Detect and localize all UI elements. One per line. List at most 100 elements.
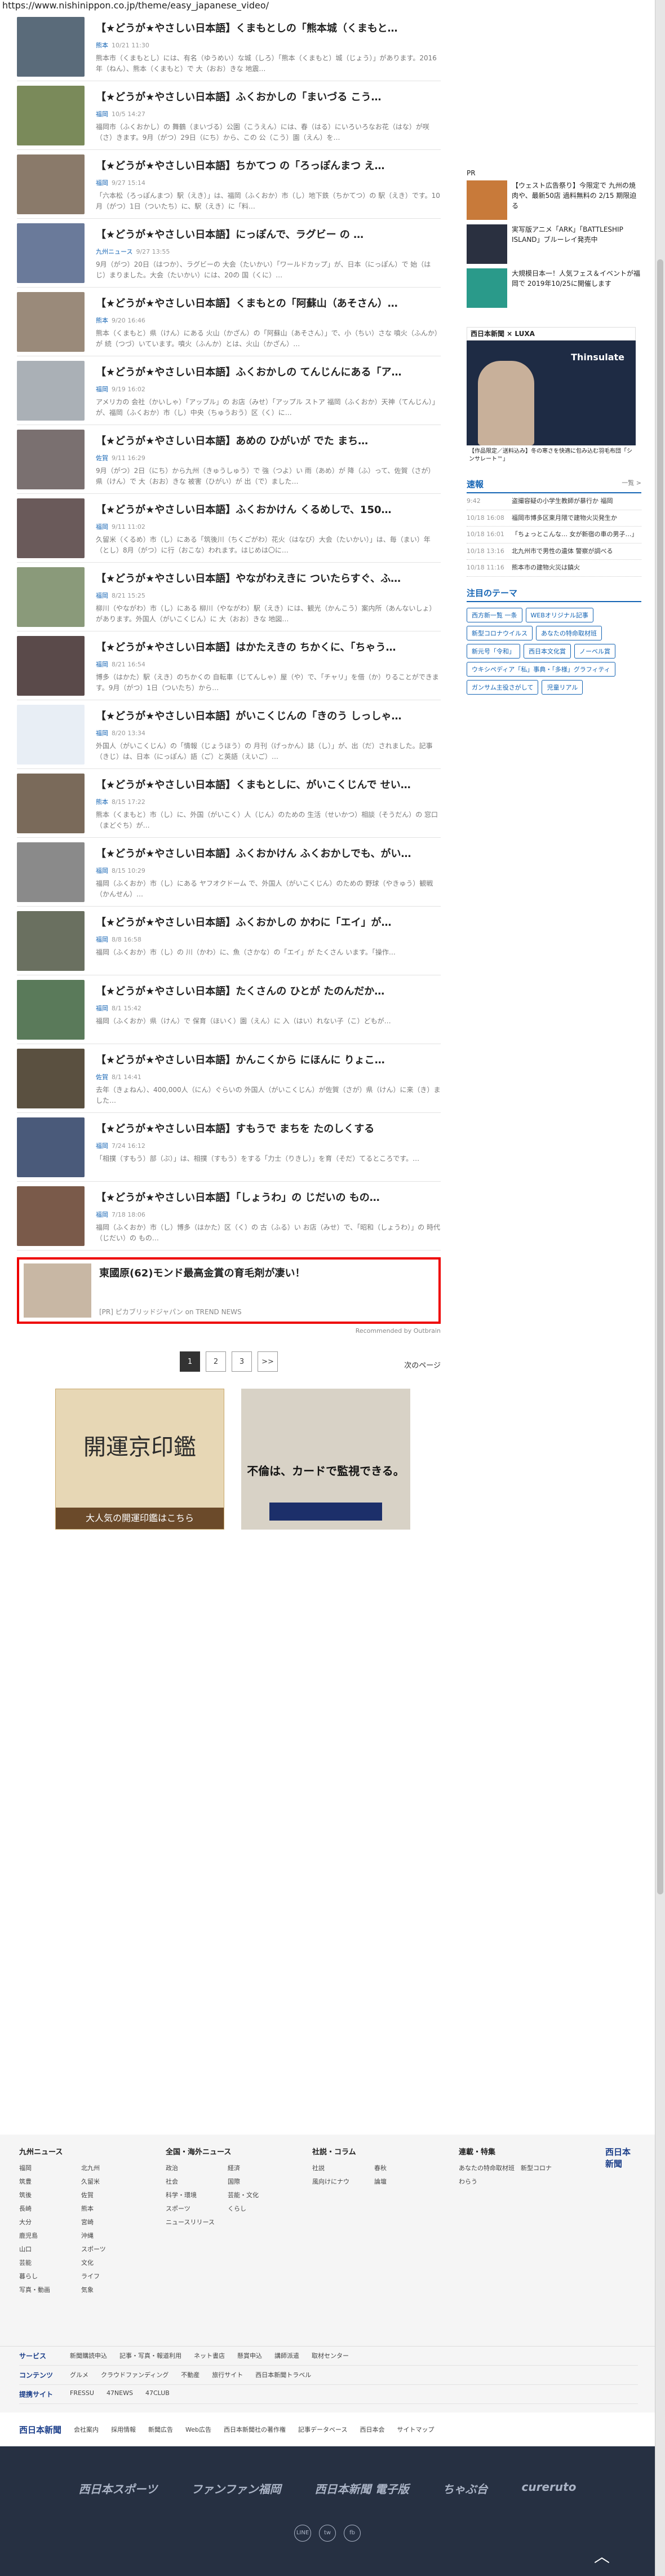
theme-tag[interactable]: ウキシペディア「私」事典・「多様」グラフィティ: [467, 661, 615, 677]
article-thumbnail[interactable]: [17, 980, 85, 1040]
footer-link[interactable]: 政治: [166, 2163, 228, 2172]
news-title[interactable]: 北九州市で男性の遺体 警察が調べる: [512, 547, 613, 556]
article-row[interactable]: 【★どうが★やさしい日本語】ふくおかけん くるめしで、150… 福岡 9/11 11…: [17, 494, 441, 563]
footer-link[interactable]: スポーツ: [81, 2244, 143, 2254]
article-row[interactable]: 【★どうが★やさしい日本語】ふくおかけん ふくおかしでも、がい… 福岡 8/15 1…: [17, 838, 441, 907]
article-row[interactable]: 【★どうが★やさしい日本語】くまもとしに、がいこくじんで せい… 熊本 8/15 1…: [17, 769, 441, 838]
article-thumbnail[interactable]: [17, 1049, 85, 1108]
footer-link[interactable]: 沖縄: [81, 2231, 143, 2240]
article-category[interactable]: 福岡: [96, 730, 108, 737]
footer-logo[interactable]: 西日本新聞: [605, 2146, 638, 2346]
bottom-link[interactable]: 採用情報: [111, 2425, 136, 2434]
footer-link[interactable]: 写真・動画: [19, 2285, 81, 2294]
news-title[interactable]: 盗撮容疑の小学生教師が暴行か 福岡: [512, 497, 613, 506]
article-thumbnail[interactable]: [17, 292, 85, 352]
footer-link[interactable]: わらう: [459, 2177, 521, 2186]
article-thumbnail[interactable]: [17, 223, 85, 283]
article-row[interactable]: 【★どうが★やさしい日本語】くまもとしの「熊本城（くまもと… 熊本 10/21 11…: [17, 12, 441, 81]
footer-column-title[interactable]: 全国・海外ニュース: [166, 2146, 290, 2157]
brand-logo[interactable]: 西日本新聞 電子版: [315, 2480, 409, 2497]
theme-tag[interactable]: 児童リアル: [542, 679, 583, 695]
social-icon[interactable]: tw: [319, 2525, 336, 2542]
news-title[interactable]: 福岡市博多区東月隈で建物火災発生か: [512, 514, 617, 523]
footer-logo[interactable]: 西日本新聞: [19, 2424, 61, 2436]
footer-link[interactable]: 経済: [228, 2163, 290, 2172]
article-category[interactable]: 福岡: [96, 1211, 108, 1218]
footer-link[interactable]: 鹿児島: [19, 2231, 81, 2240]
article-row[interactable]: 【★どうが★やさしい日本語】すもうで まちを たのしくする 福岡 7/24 16:1…: [17, 1113, 441, 1182]
brand-logo[interactable]: cureruto: [522, 2480, 577, 2497]
article-category[interactable]: 福岡: [96, 936, 108, 943]
pr-item[interactable]: 【ウェスト広告祭り】今限定で 九州の焼肉や、最新50店 過料無料の 2/15 期…: [467, 180, 641, 220]
article-category[interactable]: 福岡: [96, 867, 108, 874]
bottom-link[interactable]: Web広告: [185, 2425, 211, 2434]
news-item[interactable]: 10/18 16:08 福岡市博多区東月隈で建物火災発生か: [467, 510, 641, 527]
article-title[interactable]: 【★どうが★やさしい日本語】くまもとしの「熊本城（くまもと…: [96, 20, 441, 35]
article-category[interactable]: 福岡: [96, 386, 108, 393]
service-link[interactable]: 47CLUB: [145, 2389, 170, 2399]
theme-tag[interactable]: 新型コロナウイルス: [467, 625, 533, 640]
next-page-link[interactable]: 次のページ: [404, 1356, 441, 1376]
service-link[interactable]: 取材センター: [312, 2351, 349, 2361]
footer-link[interactable]: 暮らし: [19, 2272, 81, 2281]
article-row[interactable]: 【★どうが★やさしい日本語】かんこくから にほんに りょこ… 佐賀 8/1 14:4…: [17, 1044, 441, 1113]
article-thumbnail[interactable]: [17, 774, 85, 833]
sponsored-ad[interactable]: 東國原(62)モンド最高金賞の育毛剤が凄い！ [PR] ピカブリッドジャパン o…: [17, 1257, 441, 1324]
pr-item-title[interactable]: 【ウェスト広告祭り】今限定で 九州の焼肉や、最新50店 過料無料の 2/15 期…: [512, 180, 641, 220]
article-category[interactable]: 福岡: [96, 592, 108, 599]
theme-tag[interactable]: 西日本文化賞: [524, 643, 571, 659]
footer-link[interactable]: あなたの特命取材班: [459, 2163, 521, 2172]
footer-link[interactable]: 社会: [166, 2177, 228, 2186]
article-category[interactable]: 九州ニュース: [96, 248, 132, 255]
banner-inkan[interactable]: 開運京印鑑 大人気の開運印鑑はこちら: [55, 1389, 224, 1530]
banner-card[interactable]: 不倫は、カードで監視できる。: [241, 1389, 410, 1530]
theme-tag[interactable]: ノーベル賞: [574, 643, 615, 659]
article-title[interactable]: 【★どうが★やさしい日本語】あめの ひがいが でた まち…: [96, 433, 441, 448]
footer-link[interactable]: ニュースリリース: [166, 2217, 228, 2226]
brand-logo[interactable]: ちゃぶ台: [443, 2480, 488, 2497]
service-link[interactable]: FRESSU: [70, 2389, 94, 2399]
article-row[interactable]: 【★どうが★やさしい日本語】たくさんの ひとが たのんだか… 福岡 8/1 15:4…: [17, 975, 441, 1044]
bottom-link[interactable]: 記事データベース: [298, 2425, 347, 2434]
luxa-ad[interactable]: 西日本新聞 × LUXA Thinsulate 【作品限定／送料込み】冬の寒さを…: [467, 327, 636, 468]
article-category[interactable]: 熊本: [96, 317, 108, 324]
footer-link[interactable]: 熊本: [81, 2204, 143, 2213]
service-link[interactable]: 西日本新聞トラベル: [255, 2370, 311, 2380]
article-title[interactable]: 【★どうが★やさしい日本語】ふくおかしの てんじんにある「ア…: [96, 364, 441, 379]
article-thumbnail[interactable]: [17, 86, 85, 145]
news-item[interactable]: 9:42 盗撮容疑の小学生教師が暴行か 福岡: [467, 493, 641, 510]
footer-link[interactable]: 国際: [228, 2177, 290, 2186]
article-title[interactable]: 【★どうが★やさしい日本語】やながわえきに ついたらすぐ、ふ…: [96, 571, 441, 585]
footer-column-title[interactable]: 連載・特集: [459, 2146, 583, 2157]
article-title[interactable]: 【★どうが★やさしい日本語】かんこくから にほんに りょこ…: [96, 1052, 441, 1067]
article-row[interactable]: 【★どうが★やさしい日本語】がいこくじんの「きのう しっしゃ… 福岡 8/20 13…: [17, 700, 441, 769]
footer-link[interactable]: 風向けにナウ: [312, 2177, 374, 2186]
theme-tag[interactable]: ガンサム主役さがして: [467, 679, 539, 695]
article-title[interactable]: 【★どうが★やさしい日本語】「しょうわ」の じだいの もの…: [96, 1190, 441, 1204]
article-category[interactable]: 福岡: [96, 661, 108, 668]
article-row[interactable]: 【★どうが★やさしい日本語】やながわえきに ついたらすぐ、ふ… 福岡 8/21 15…: [17, 563, 441, 631]
article-category[interactable]: 福岡: [96, 1142, 108, 1150]
social-icon[interactable]: fb: [344, 2525, 361, 2542]
article-thumbnail[interactable]: [17, 705, 85, 765]
footer-link[interactable]: スポーツ: [166, 2204, 228, 2213]
article-row[interactable]: 【★どうが★やさしい日本語】ふくおかしの「まいづる こう… 福岡 10/5 14:2…: [17, 81, 441, 150]
brand-logo[interactable]: ファンファン福岡: [191, 2480, 281, 2497]
news-item[interactable]: 10/18 16:01 「ちょっとこんな… 女が新宿の車の男子…」: [467, 527, 641, 544]
article-title[interactable]: 【★どうが★やさしい日本語】はかたえきの ちかくに、「ちゃう…: [96, 639, 441, 654]
ad-title[interactable]: 東國原(62)モンド最高金賞の育毛剤が凄い！: [99, 1265, 305, 1280]
footer-link[interactable]: 長崎: [19, 2204, 81, 2213]
service-link[interactable]: ネット書店: [194, 2351, 225, 2361]
footer-link[interactable]: 春秋: [374, 2163, 436, 2172]
bottom-link[interactable]: サイトマップ: [397, 2425, 434, 2434]
article-row[interactable]: 【★どうが★やさしい日本語】あめの ひがいが でた まち… 佐賀 9/11 16:2…: [17, 425, 441, 494]
service-link[interactable]: 懸賞申込: [237, 2351, 262, 2361]
article-thumbnail[interactable]: [17, 17, 85, 77]
service-link[interactable]: 講師派遣: [274, 2351, 299, 2361]
service-link[interactable]: 新聞購読申込: [70, 2351, 107, 2361]
article-category[interactable]: 福岡: [96, 523, 108, 531]
article-category[interactable]: 佐賀: [96, 1073, 108, 1081]
footer-link[interactable]: 久留米: [81, 2177, 143, 2186]
article-row[interactable]: 【★どうが★やさしい日本語】くまもとの「阿蘇山（あそさん）… 熊本 9/20 16:…: [17, 288, 441, 356]
service-link[interactable]: 旅行サイト: [212, 2370, 243, 2380]
